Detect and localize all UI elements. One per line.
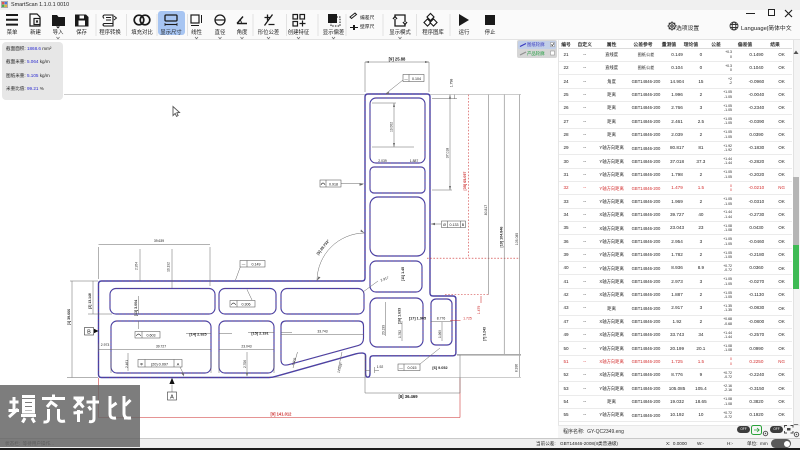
svg-text:A: A bbox=[170, 395, 174, 401]
svg-text:20.199: 20.199 bbox=[382, 325, 386, 335]
svg-text:2.461: 2.461 bbox=[125, 360, 129, 368]
svg-text:Φ: Φ bbox=[140, 362, 143, 366]
svg-text:0.133: 0.133 bbox=[450, 223, 459, 227]
svg-text:1.969: 1.969 bbox=[438, 330, 442, 338]
svg-text:[8] 36.469: [8] 36.469 bbox=[398, 394, 418, 399]
svg-text:—: — bbox=[242, 262, 246, 266]
svg-text:[5] 29.732°: [5] 29.732° bbox=[316, 239, 331, 256]
svg-text:39.639: 39.639 bbox=[154, 239, 164, 243]
svg-text:B: B bbox=[87, 329, 91, 335]
svg-text:23.043: 23.043 bbox=[241, 345, 251, 349]
svg-text:[6] 9.052: [6] 9.052 bbox=[432, 366, 447, 370]
svg-text:1.92: 1.92 bbox=[377, 365, 384, 369]
svg-text:A: A bbox=[177, 362, 180, 366]
svg-text:[17] 1.905: [17] 1.905 bbox=[409, 317, 426, 321]
svg-text:14.904°: 14.904° bbox=[336, 361, 343, 373]
svg-text:[9] 25.88: [9] 25.88 bbox=[389, 57, 406, 62]
svg-text:[14] 2.925: [14] 2.925 bbox=[189, 333, 206, 337]
svg-text:105.085: 105.085 bbox=[515, 233, 519, 245]
svg-text:2.706: 2.706 bbox=[243, 360, 247, 368]
svg-text:[7] 3.243: [7] 3.243 bbox=[483, 327, 487, 341]
svg-text:8.936: 8.936 bbox=[515, 364, 519, 372]
svg-text:Ø: Ø bbox=[443, 223, 446, 227]
svg-text:[11] 1.45: [11] 1.45 bbox=[401, 267, 405, 281]
svg-text:39.727: 39.727 bbox=[156, 345, 166, 349]
svg-text:[16] 1.633: [16] 1.633 bbox=[398, 308, 402, 324]
svg-text:—: — bbox=[399, 366, 403, 370]
svg-text:0.015: 0.015 bbox=[408, 366, 417, 370]
svg-text:1.905: 1.905 bbox=[291, 357, 297, 366]
svg-text:[35] 65.097: [35] 65.097 bbox=[463, 172, 467, 191]
svg-text:10.192: 10.192 bbox=[166, 262, 170, 272]
svg-text:0.306: 0.306 bbox=[242, 302, 251, 306]
svg-text:1.725: 1.725 bbox=[463, 316, 472, 320]
svg-text:0.918: 0.918 bbox=[329, 182, 338, 186]
svg-text:1.798: 1.798 bbox=[450, 79, 454, 88]
svg-text:[1] 39.666: [1] 39.666 bbox=[67, 309, 71, 325]
svg-text:[15] 2.191: [15] 2.191 bbox=[251, 332, 268, 336]
svg-text:8.776: 8.776 bbox=[437, 317, 446, 321]
svg-text:33.743: 33.743 bbox=[317, 329, 327, 333]
svg-text:2.973: 2.973 bbox=[101, 343, 110, 347]
svg-text:[19] 104.846: [19] 104.846 bbox=[500, 227, 504, 248]
svg-text:(20) 0.097: (20) 0.097 bbox=[151, 362, 168, 366]
svg-text:2.039: 2.039 bbox=[378, 159, 387, 163]
svg-text:2.917: 2.917 bbox=[380, 276, 389, 283]
svg-text:19.002: 19.002 bbox=[390, 122, 394, 132]
svg-text:37.018: 37.018 bbox=[446, 148, 450, 158]
svg-text:[2] 13.146: [2] 13.146 bbox=[88, 293, 92, 309]
svg-text:0.104: 0.104 bbox=[412, 77, 421, 81]
svg-text:1.782: 1.782 bbox=[398, 330, 402, 338]
svg-text:0.603: 0.603 bbox=[147, 333, 156, 337]
svg-text:[9] 141.012: [9] 141.012 bbox=[271, 412, 293, 417]
svg-text:[13] 3.004: [13] 3.004 bbox=[134, 300, 138, 316]
svg-text:1.887: 1.887 bbox=[410, 159, 419, 163]
svg-text:1.479: 1.479 bbox=[477, 306, 481, 315]
svg-text:2.954: 2.954 bbox=[134, 262, 138, 270]
svg-text:80.817: 80.817 bbox=[484, 205, 488, 215]
svg-text:0.149: 0.149 bbox=[252, 262, 261, 266]
svg-text:—: — bbox=[404, 77, 408, 81]
